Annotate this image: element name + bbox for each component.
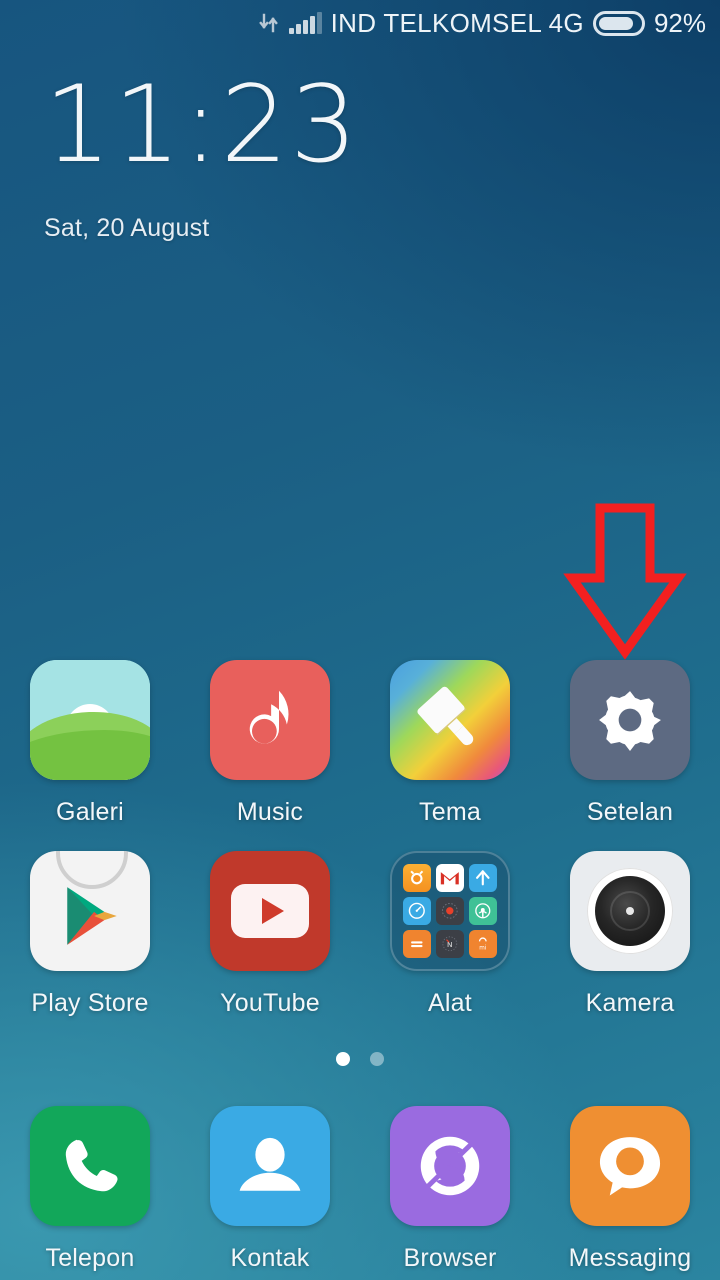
app-row-1: Galeri Music Tema Setelan xyxy=(0,660,720,827)
home-screen: IND TELKOMSEL 4G 92% 11:23 Sat, 20 Augus… xyxy=(0,0,720,1280)
app-setelan[interactable]: Setelan xyxy=(550,660,710,827)
app-play-store[interactable]: Play Store xyxy=(10,851,170,1018)
dock: Telepon Kontak Browser Messaging xyxy=(0,1106,720,1273)
battery-percent-label: 92% xyxy=(653,7,706,38)
app-tema[interactable]: Tema xyxy=(370,660,530,827)
battery-icon xyxy=(592,10,645,36)
app-label: Music xyxy=(236,798,304,826)
compass-icon: N xyxy=(436,930,464,958)
recorder-icon xyxy=(436,897,464,925)
app-label: Browser xyxy=(403,1244,497,1272)
mi-store-icon: mi xyxy=(469,930,497,958)
gmail-icon xyxy=(436,864,464,892)
dock-app-kontak[interactable]: Kontak xyxy=(190,1106,350,1273)
red-arrow-annotation xyxy=(563,503,687,660)
page-indicator xyxy=(0,1052,720,1066)
signal-bars-icon xyxy=(288,12,322,34)
clock-time: 11:23 xyxy=(44,63,360,186)
camera-lens-icon[interactable] xyxy=(570,851,690,971)
page-dot[interactable] xyxy=(370,1052,384,1066)
message-bubble-icon[interactable] xyxy=(570,1106,690,1226)
app-youtube[interactable]: YouTube xyxy=(190,851,350,1018)
app-label: Alat xyxy=(428,989,472,1017)
app-kamera[interactable]: Kamera xyxy=(550,851,710,1018)
app-galeri[interactable]: Galeri xyxy=(10,660,170,827)
app-label: Kamera xyxy=(585,989,675,1017)
folder-alat[interactable]: N mi Alat xyxy=(370,851,530,1018)
calculator-icon xyxy=(403,930,431,958)
themes-brush-icon[interactable] xyxy=(390,660,510,780)
tools-folder-icon[interactable]: N mi xyxy=(390,851,510,971)
clock-widget[interactable]: 11:23 Sat, 20 August xyxy=(44,72,359,243)
gallery-icon[interactable] xyxy=(30,660,150,780)
app-label: Play Store xyxy=(31,989,149,1017)
carrier-label: IND TELKOMSEL 4G xyxy=(330,7,584,38)
browser-icon[interactable] xyxy=(390,1106,510,1226)
contacts-person-icon[interactable] xyxy=(210,1106,330,1226)
data-transfer-icon xyxy=(258,12,280,34)
play-store-icon[interactable] xyxy=(30,851,150,971)
clock-date: Sat, 20 August xyxy=(44,214,210,242)
app-label: Messaging xyxy=(568,1244,692,1272)
app-label: Kontak xyxy=(230,1244,310,1272)
dock-app-browser[interactable]: Browser xyxy=(370,1106,530,1273)
app-label: Telepon xyxy=(45,1244,135,1272)
app-music[interactable]: Music xyxy=(190,660,350,827)
clock-alarm-icon xyxy=(403,864,431,892)
youtube-icon[interactable] xyxy=(210,851,330,971)
phone-icon[interactable] xyxy=(30,1106,150,1226)
music-note-icon[interactable] xyxy=(210,660,330,780)
app-label: YouTube xyxy=(220,989,320,1017)
svg-text:mi: mi xyxy=(479,946,487,952)
stopwatch-icon xyxy=(403,897,431,925)
app-label: Tema xyxy=(419,798,481,826)
settings-gear-icon[interactable] xyxy=(570,660,690,780)
uparrow-icon xyxy=(469,864,497,892)
app-label: Galeri xyxy=(56,798,124,826)
page-dot-active[interactable] xyxy=(336,1052,350,1066)
dock-app-telepon[interactable]: Telepon xyxy=(10,1106,170,1273)
status-bar: IND TELKOMSEL 4G 92% xyxy=(0,0,720,46)
fm-radio-icon xyxy=(469,897,497,925)
app-label: Setelan xyxy=(586,798,674,826)
dock-app-messaging[interactable]: Messaging xyxy=(550,1106,710,1273)
app-row-2: Play Store YouTube N mi Alat Kamera xyxy=(0,851,720,1018)
